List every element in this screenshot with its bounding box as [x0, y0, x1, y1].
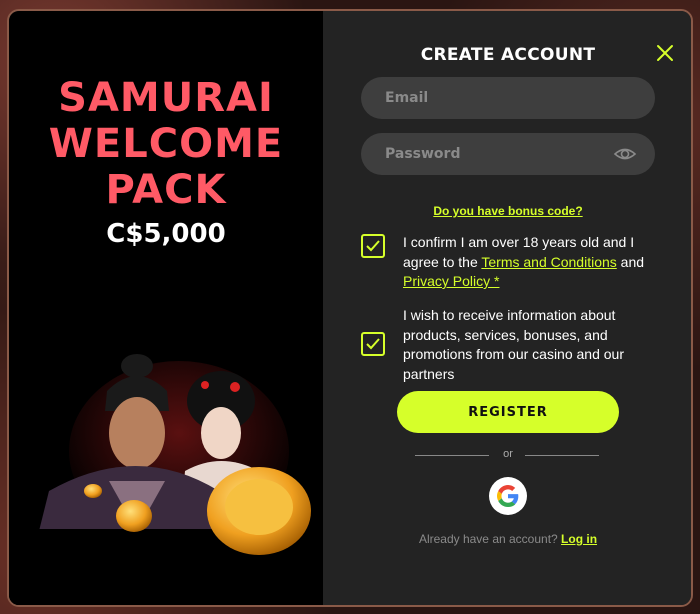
bonus-code-link[interactable]: Do you have bonus code?: [323, 204, 691, 218]
marketing-consent-text: I wish to receive information about prod…: [403, 307, 624, 382]
eye-icon[interactable]: [613, 144, 637, 164]
promo-title-line: WELCOME: [48, 121, 284, 167]
promo-amount: C$5,000: [106, 219, 226, 249]
close-icon[interactable]: [655, 43, 675, 63]
google-signin-button[interactable]: [489, 477, 527, 515]
checkmark-icon: [366, 338, 380, 350]
promo-title: SAMURAI WELCOME PACK: [9, 75, 323, 213]
register-button[interactable]: REGISTER: [397, 391, 619, 433]
login-prompt-text: Already have an account?: [418, 532, 562, 546]
promo-title-line: PACK: [105, 167, 227, 213]
age-consent-checkbox[interactable]: [361, 234, 385, 258]
consent-and: and: [616, 253, 645, 270]
form-title: CREATE ACCOUNT: [420, 45, 596, 65]
samurai-geisha-illustration: [9, 341, 323, 605]
marketing-consent-checkbox[interactable]: [361, 332, 385, 356]
promo-panel: SAMURAI WELCOME PACK C$5,000: [9, 11, 323, 605]
or-label: or: [503, 448, 513, 460]
privacy-policy-link[interactable]: Privacy Policy *: [403, 273, 499, 289]
google-icon: [497, 485, 519, 507]
email-input[interactable]: [361, 77, 655, 119]
checkmark-icon: [366, 240, 380, 252]
signup-modal: SAMURAI WELCOME PACK C$5,000 CREATE ACCO…: [7, 9, 693, 607]
promo-title-line: SAMURAI: [58, 75, 274, 121]
divider-right: [525, 455, 599, 456]
password-input[interactable]: [361, 133, 655, 175]
form-panel: CREATE ACCOUNT Do you have bonus code? I…: [323, 11, 691, 605]
login-prompt: Already have an account? Log in: [323, 532, 691, 546]
age-consent-text: I confirm I am over 18 years old and I a…: [403, 233, 651, 292]
terms-link[interactable]: Terms and Conditions: [481, 254, 616, 270]
login-link[interactable]: Log in: [561, 532, 597, 546]
